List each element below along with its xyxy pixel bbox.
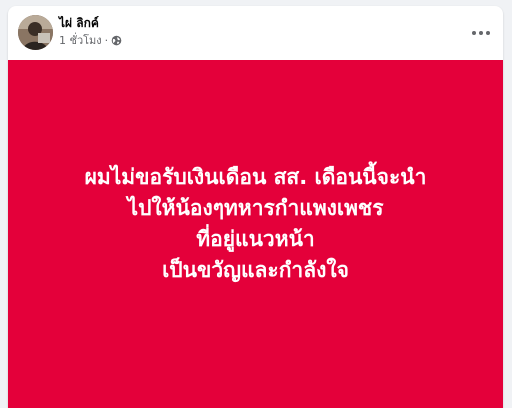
post-card: ไผ่ ลิกค์ 1 ชั่วโมง · ผมไม่ขอรับเงินเดือ… <box>8 6 503 408</box>
banner-line: ที่อยู่แนวหน้า <box>196 227 315 251</box>
author-avatar[interactable] <box>18 15 53 50</box>
more-horizontal-icon <box>472 31 490 35</box>
banner-text: ผมไม่ขอรับเงินเดือน สส. เดือนนี้จะนำ ไปใ… <box>85 162 427 286</box>
more-options-button[interactable] <box>467 19 495 47</box>
post-meta: 1 ชั่วโมง · <box>59 33 122 48</box>
post-timestamp[interactable]: 1 ชั่วโมง <box>59 33 102 48</box>
avatar-photo <box>18 15 53 50</box>
author-name[interactable]: ไผ่ ลิกค์ <box>59 15 99 31</box>
meta-separator: · <box>104 34 109 47</box>
banner-line: เป็นขวัญและกำลังใจ <box>162 258 349 282</box>
post-header: ไผ่ ลิกค์ 1 ชั่วโมง · <box>8 6 503 60</box>
banner-line: ผมไม่ขอรับเงินเดือน สส. เดือนนี้จะนำ <box>84 165 427 189</box>
banner-line: ไปให้น้องๆทหารกำแพงเพชร <box>127 196 384 220</box>
post-text-banner: ผมไม่ขอรับเงินเดือน สส. เดือนนี้จะนำ ไปใ… <box>8 60 503 408</box>
globe-icon[interactable] <box>111 35 122 46</box>
